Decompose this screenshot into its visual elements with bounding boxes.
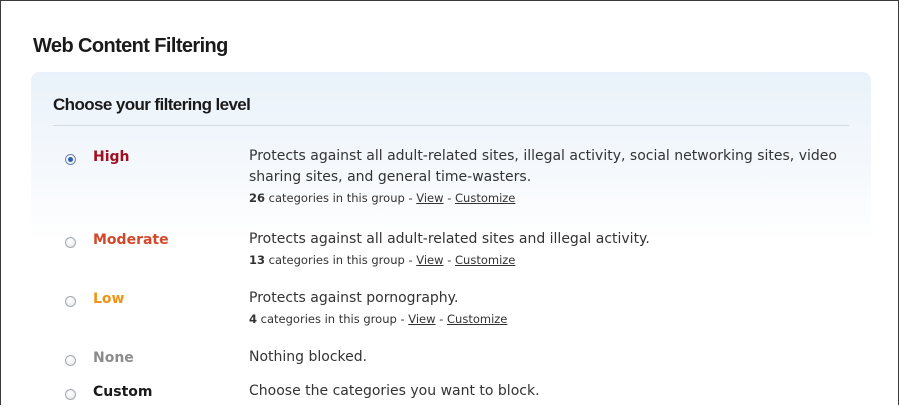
link-separator: - [447,191,452,205]
link-separator: - [439,312,444,326]
low-radio[interactable] [65,296,76,307]
level-label-high: High [93,149,130,165]
level-label-none: None [93,350,134,366]
page-title: Web Content Filtering [33,35,228,57]
view-link-low[interactable]: View [408,312,435,326]
level-option-high[interactable]: High Protects against all adult-related … [31,148,871,216]
link-separator: - [447,253,452,267]
category-meta-high: 26 categories in this group - View - Cus… [249,190,849,206]
view-link-moderate[interactable]: View [416,253,443,267]
level-label-moderate: Moderate [93,232,169,248]
category-count: 4 [249,312,258,326]
level-label-custom: Custom [93,384,153,400]
description-text: Protects against all adult-related sites… [249,148,837,185]
heading-divider [53,125,849,126]
category-meta-moderate: 13 categories in this group - View - Cus… [249,252,849,268]
category-count-suffix: categories in this group - [260,312,405,326]
moderate-radio[interactable] [65,237,76,248]
radio-selected-dot [68,157,73,162]
customize-link-high[interactable]: Customize [455,191,515,205]
level-option-low[interactable]: Low Protects against pornography. 4 cate… [31,290,871,336]
category-count-suffix: categories in this group - [268,253,413,267]
high-radio[interactable] [65,154,76,165]
level-option-none[interactable]: None Nothing blocked. [31,349,871,371]
level-description-low: Protects against pornography. 4 categori… [249,288,849,327]
description-text: Protects against pornography. [249,290,459,306]
view-link-high[interactable]: View [416,191,443,205]
level-description-moderate: Protects against all adult-related sites… [249,229,849,268]
level-description-none: Nothing blocked. [249,349,368,365]
category-meta-low: 4 categories in this group - View - Cust… [249,311,849,327]
custom-radio[interactable] [65,389,76,400]
customize-link-moderate[interactable]: Customize [455,253,515,267]
customize-link-low[interactable]: Customize [447,312,507,326]
level-option-moderate[interactable]: Moderate Protects against all adult-rela… [31,231,871,277]
level-description-high: Protects against all adult-related sites… [249,146,849,206]
level-option-custom[interactable]: Custom Choose the categories you want to… [31,383,871,405]
category-count-suffix: categories in this group - [268,191,413,205]
category-count: 13 [249,253,266,267]
description-text: Protects against all adult-related sites… [249,231,650,247]
filtering-window: Web Content Filtering Choose your filter… [0,0,899,412]
category-count: 26 [249,191,266,205]
level-description-custom: Choose the categories you want to block. [249,383,540,399]
filtering-level-panel: Choose your filtering level High Protect… [31,72,871,412]
none-radio[interactable] [65,355,76,366]
panel-heading: Choose your filtering level [53,95,251,114]
level-label-low: Low [93,291,125,307]
